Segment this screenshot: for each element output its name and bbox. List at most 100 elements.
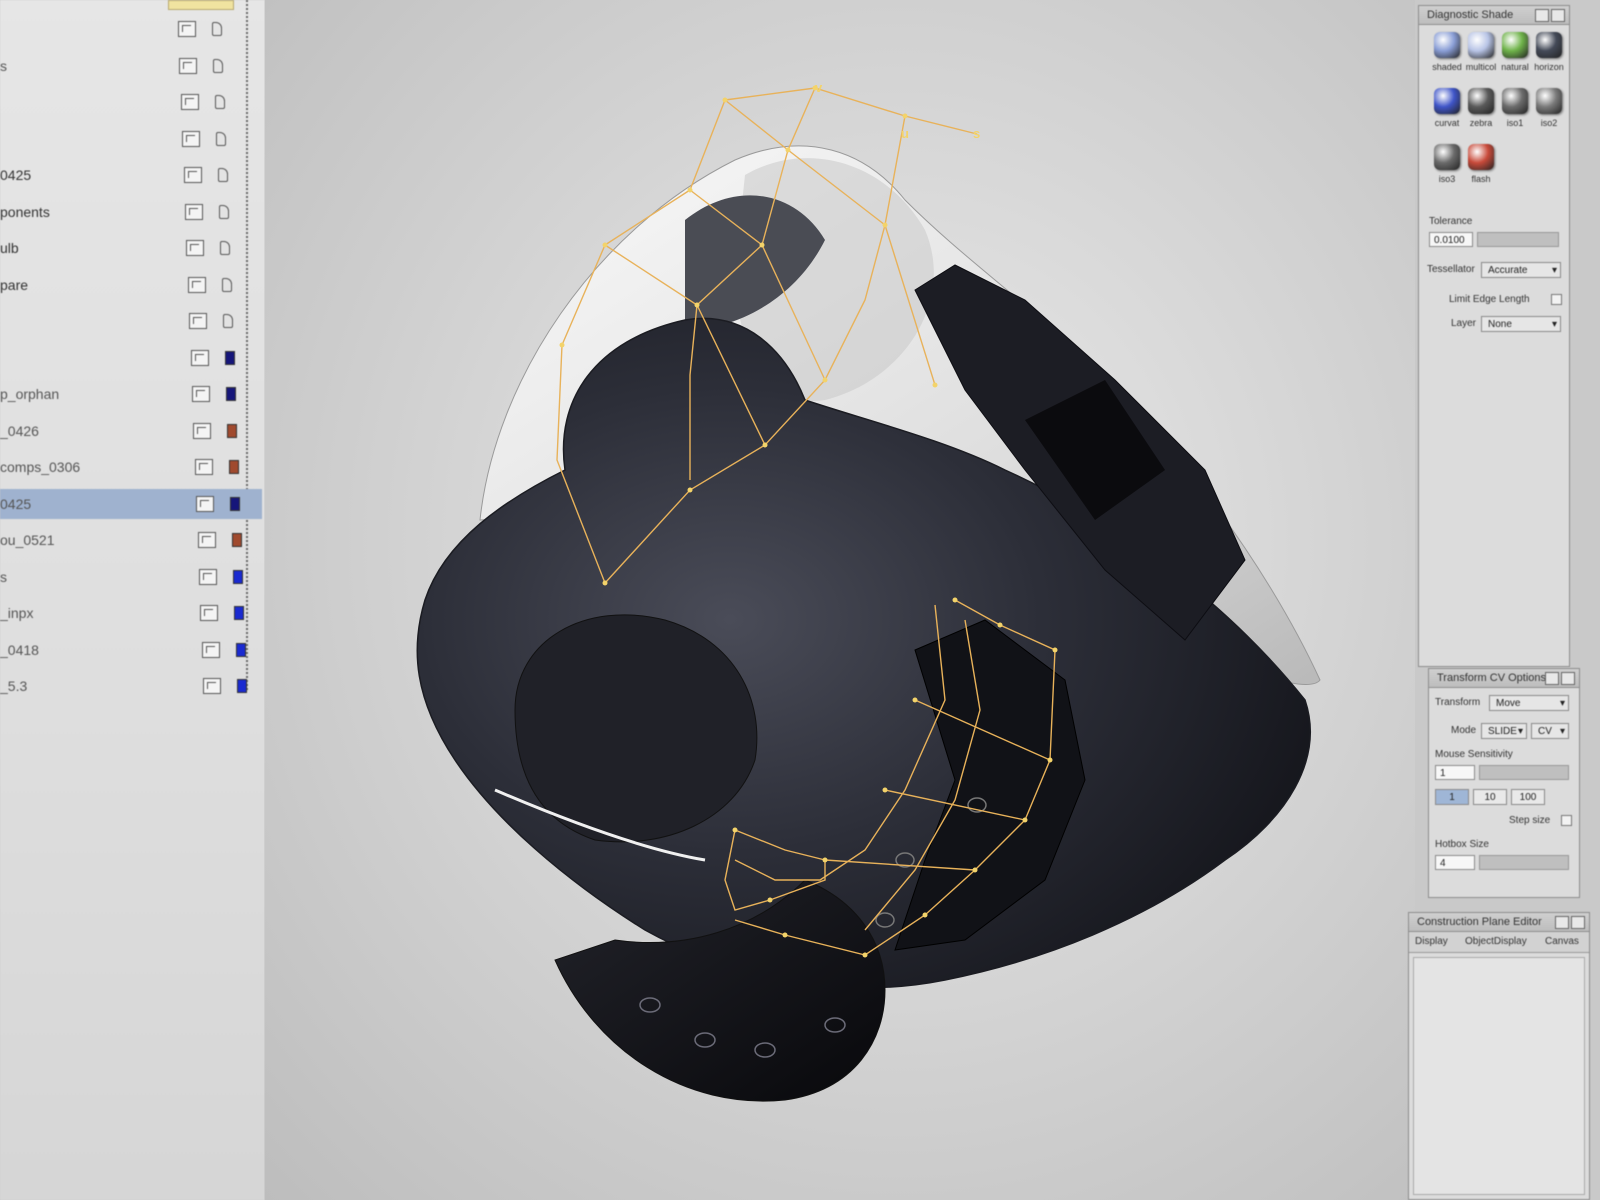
visibility-icon[interactable]	[196, 495, 214, 512]
lister-row[interactable]: ulb	[0, 233, 262, 263]
model-render[interactable]: v u s	[265, 0, 1415, 1200]
mouse-sensitivity-slider[interactable]	[1479, 765, 1569, 780]
shader-swatch[interactable]: iso2	[1531, 88, 1567, 132]
layer-color-swatch[interactable]	[234, 606, 244, 620]
lister-row[interactable]: ponents	[0, 197, 262, 227]
visibility-icon[interactable]	[199, 568, 217, 585]
visibility-icon[interactable]	[181, 94, 199, 110]
lister-row[interactable]	[0, 343, 262, 373]
visibility-icon[interactable]	[185, 203, 203, 220]
mode-dropdown[interactable]: SLIDE	[1481, 723, 1527, 739]
visibility-icon[interactable]	[195, 459, 213, 475]
lister-row[interactable]	[0, 87, 262, 117]
shader-swatch[interactable]: natural	[1497, 32, 1533, 76]
cv-label-u: u	[901, 126, 909, 141]
mouse-sensitivity-field[interactable]: 1	[1435, 765, 1475, 780]
lister-row[interactable]: _0418	[0, 635, 262, 665]
transform-title-bar[interactable]: Transform CV Options	[1429, 669, 1579, 688]
lister-row[interactable]	[0, 306, 262, 336]
layer-color-swatch[interactable]	[230, 496, 240, 511]
transform-dropdown[interactable]: Move	[1489, 695, 1569, 711]
lister-row[interactable]: _0426	[0, 416, 262, 446]
lister-row[interactable]: s	[0, 562, 262, 592]
visibility-icon[interactable]	[178, 21, 196, 37]
shader-swatch[interactable]: zebra	[1463, 88, 1499, 132]
hotbox-size-slider[interactable]	[1479, 855, 1569, 870]
layer-color-swatch[interactable]	[232, 533, 242, 547]
lister-row[interactable]: 0425	[0, 160, 262, 190]
visibility-icon[interactable]	[188, 276, 206, 293]
layer-dropdown[interactable]: None	[1481, 316, 1561, 332]
lock-icon[interactable]	[219, 204, 229, 219]
visibility-icon[interactable]	[182, 130, 200, 147]
layer-color-swatch[interactable]	[236, 642, 246, 657]
construction-close-button[interactable]	[1571, 916, 1585, 929]
lister-row[interactable]: _inpx	[0, 598, 262, 628]
lister-row[interactable]: p_orphan	[0, 379, 262, 409]
lister-row[interactable]: ou_0521	[0, 525, 262, 555]
lister-row[interactable]: pare	[0, 270, 262, 300]
shader-swatch[interactable]: iso3	[1429, 144, 1465, 188]
transform-collapse-button[interactable]	[1545, 672, 1559, 685]
modeling-viewport[interactable]: v u s	[265, 0, 1415, 1200]
visibility-icon[interactable]	[189, 313, 207, 329]
lock-icon[interactable]	[212, 22, 222, 36]
lister-row[interactable]: 0425	[0, 488, 262, 519]
limit-edge-length-checkbox[interactable]	[1551, 294, 1562, 305]
shader-swatch[interactable]: multicol	[1463, 32, 1499, 76]
visibility-icon[interactable]	[186, 240, 204, 256]
lock-icon[interactable]	[216, 131, 226, 146]
step-100-button[interactable]: 100	[1511, 789, 1545, 805]
shader-swatch[interactable]: shaded	[1429, 32, 1465, 76]
lock-icon[interactable]	[218, 168, 228, 182]
visibility-icon[interactable]	[192, 386, 210, 402]
shader-swatch[interactable]: flash	[1463, 144, 1499, 188]
construction-plane-list[interactable]	[1413, 957, 1585, 1195]
layer-color-swatch[interactable]	[225, 350, 235, 365]
visibility-icon[interactable]	[193, 422, 211, 439]
visibility-icon[interactable]	[198, 532, 216, 548]
layer-color-swatch[interactable]	[237, 679, 247, 693]
hotbox-size-field[interactable]: 4	[1435, 855, 1475, 870]
layer-color-swatch[interactable]	[229, 460, 239, 474]
step-size-checkbox[interactable]	[1561, 815, 1572, 826]
visibility-icon[interactable]	[202, 641, 220, 658]
visibility-icon[interactable]	[179, 57, 197, 74]
shader-swatch[interactable]: iso1	[1497, 88, 1533, 132]
visibility-icon[interactable]	[200, 605, 218, 621]
menu-object-display[interactable]: ObjectDisplay	[1465, 936, 1527, 947]
lock-icon[interactable]	[222, 277, 232, 292]
lister-row[interactable]: comps_0306	[0, 452, 262, 482]
visibility-icon[interactable]	[191, 349, 209, 366]
shader-swatch[interactable]: curvat	[1429, 88, 1465, 132]
lister-row[interactable]: _5.3	[0, 671, 262, 701]
lister-row[interactable]	[0, 14, 262, 44]
lock-icon[interactable]	[215, 95, 225, 109]
visibility-icon[interactable]	[184, 167, 202, 183]
layer-color-swatch[interactable]	[227, 423, 237, 438]
layer-color-swatch[interactable]	[226, 387, 236, 401]
layer-color-swatch[interactable]	[233, 569, 243, 584]
palette-close-button[interactable]	[1551, 9, 1565, 22]
tolerance-field[interactable]: 0.0100	[1429, 232, 1473, 247]
visibility-icon[interactable]	[203, 678, 221, 694]
lister-row[interactable]: s	[0, 51, 262, 81]
construction-title-bar[interactable]: Construction Plane Editor	[1409, 913, 1589, 932]
mode-extra-dropdown[interactable]: CV	[1531, 723, 1569, 739]
lock-icon[interactable]	[220, 241, 230, 255]
step-10-button[interactable]: 10	[1473, 789, 1507, 805]
lister-row[interactable]	[0, 124, 262, 154]
tessellator-dropdown[interactable]: Accurate	[1481, 262, 1561, 278]
menu-canvas[interactable]: Canvas	[1545, 936, 1579, 947]
lock-icon[interactable]	[213, 58, 223, 73]
tolerance-slider[interactable]	[1477, 232, 1559, 247]
lock-icon[interactable]	[223, 314, 233, 328]
construction-collapse-button[interactable]	[1555, 916, 1569, 929]
step-1-button[interactable]: 1	[1435, 789, 1469, 805]
palette-title-bar[interactable]: Diagnostic Shade	[1419, 6, 1569, 25]
transform-close-button[interactable]	[1561, 672, 1575, 685]
menu-display[interactable]: Display	[1415, 936, 1448, 947]
palette-collapse-button[interactable]	[1535, 9, 1549, 22]
lister-scroll-thumb[interactable]	[168, 0, 234, 10]
shader-swatch[interactable]: horizon	[1531, 32, 1567, 76]
